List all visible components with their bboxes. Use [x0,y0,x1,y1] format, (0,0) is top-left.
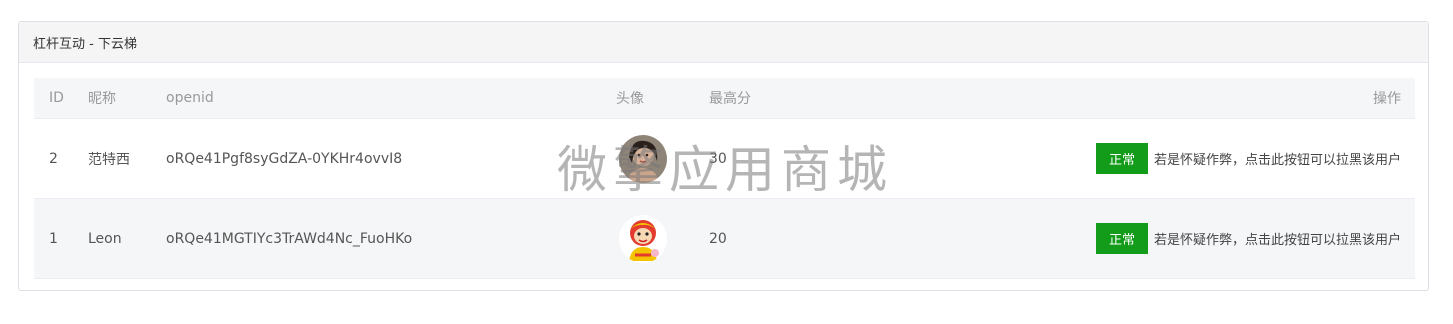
header-action: 操作 [1373,91,1401,107]
table-row: 2 范特西 oRQe41Pgf8syGdZA-0YKHr4ovvI8 30 正常… [34,119,1415,199]
row-action: 正常 若是怀疑作弊，点击此按钮可以拉黑该用户 [1095,223,1401,254]
row-nickname: Leon [88,230,122,247]
female-portrait-avatar-icon [619,134,667,183]
panel-title: 杠杆互动 - 下云梯 [19,22,1428,63]
blacklist-hint: 若是怀疑作弊，点击此按钮可以拉黑该用户 [1153,233,1401,248]
header-score: 最高分 [709,91,751,107]
row-openid: oRQe41Pgf8syGdZA-0YKHr4ovvI8 [166,150,403,167]
blacklist-hint: 若是怀疑作弊，点击此按钮可以拉黑该用户 [1153,153,1401,168]
user-table: ID 昵称 openid 头像 最高分 操作 2 范特西 oRQe41Pgf8s… [34,78,1415,279]
status-normal-button[interactable]: 正常 [1095,223,1148,254]
row-score: 20 [709,230,727,247]
row-score: 30 [709,150,727,167]
table-header-row: ID 昵称 openid 头像 最高分 操作 [34,78,1415,119]
header-nickname: 昵称 [88,91,116,107]
table-row: 1 Leon oRQe41MGTIYc3TrAWd4Nc_FuoHKo 20 正… [34,199,1415,279]
row-action: 正常 若是怀疑作弊，点击此按钮可以拉黑该用户 [1095,143,1401,174]
row-id: 1 [49,230,58,247]
row-id: 2 [49,150,58,167]
cartoon-monkey-avatar-icon [619,214,667,263]
status-normal-button[interactable]: 正常 [1095,143,1148,174]
panel: 杠杆互动 - 下云梯 ID 昵称 openid 头像 最高分 操作 2 范特西 … [18,21,1429,291]
header-openid: openid [166,90,214,106]
header-id: ID [49,90,64,106]
header-avatar: 头像 [616,91,644,107]
row-openid: oRQe41MGTIYc3TrAWd4Nc_FuoHKo [166,230,413,247]
row-nickname: 范特西 [88,151,130,168]
